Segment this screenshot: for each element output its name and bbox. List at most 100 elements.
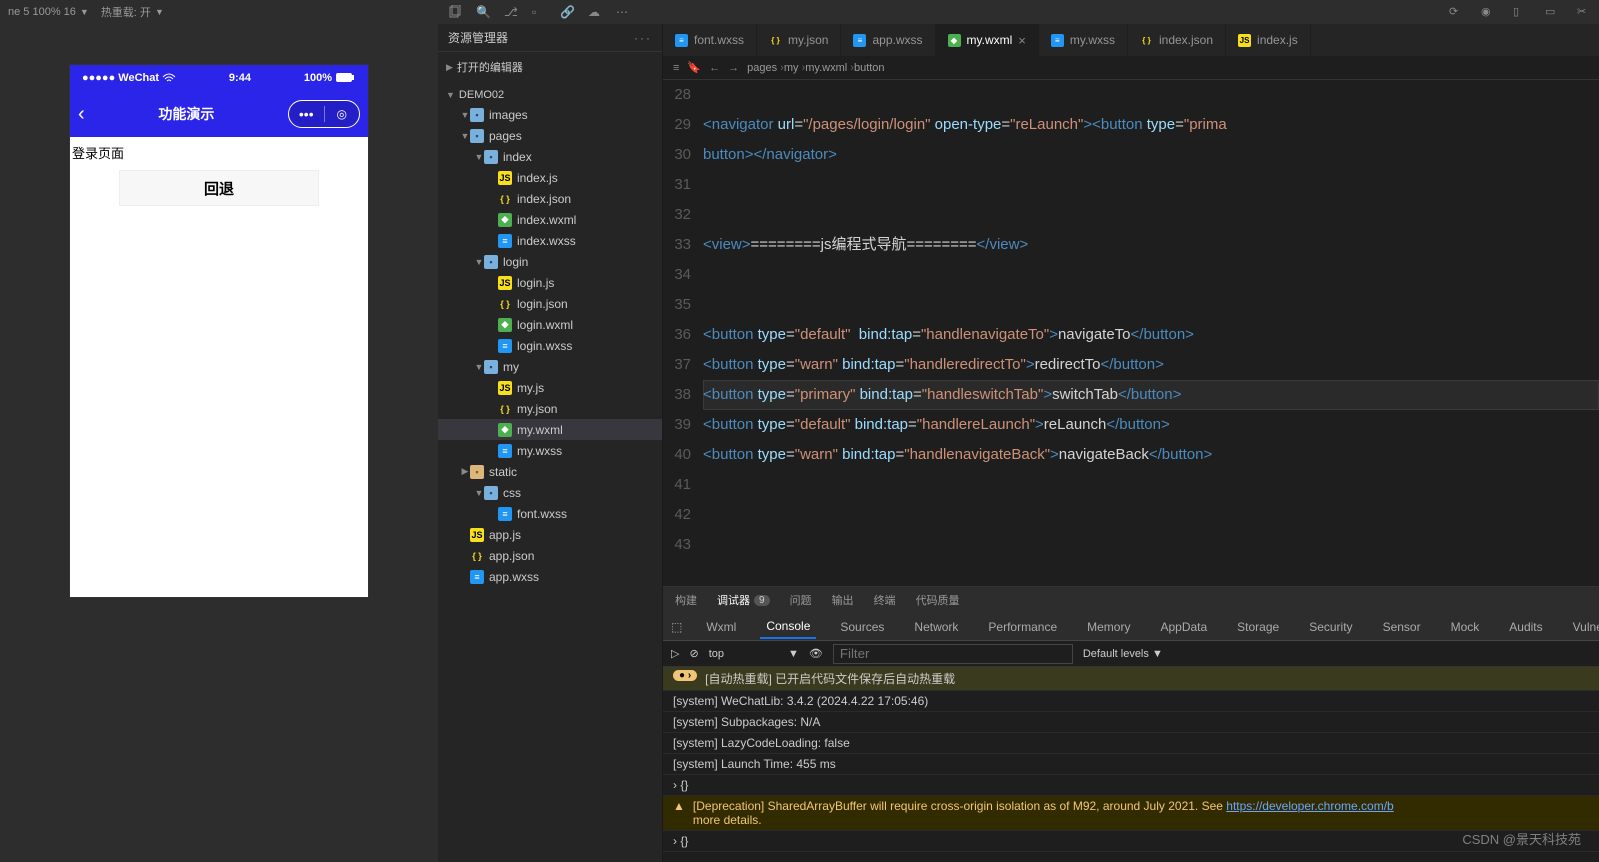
tree-item-index-json[interactable]: { }index.json <box>438 188 662 209</box>
panel-tab-终端[interactable]: 终端 <box>874 592 896 608</box>
close-mini-icon[interactable]: ◎ <box>325 107 360 121</box>
console-line: ● ›[自动热重载] 已开启代码文件保存后自动热重载 <box>663 667 1599 691</box>
devtools-tab-AppData[interactable]: AppData <box>1154 616 1213 638</box>
project-section[interactable]: ▼DEMO02 <box>438 86 662 104</box>
explorer-more-icon[interactable]: ··· <box>634 31 652 45</box>
device-dropdown[interactable]: ne 5 100% 16 ▼ <box>8 6 89 18</box>
phone-status-bar: ●●●●● WeChat 9:44 100% <box>70 65 368 91</box>
menu-dots-icon[interactable]: ••• <box>289 106 324 122</box>
tree-item-my-js[interactable]: JSmy.js <box>438 377 662 398</box>
open-editors-section[interactable]: ▶打开的编辑器 <box>438 56 662 78</box>
tree-item-font-wxss[interactable]: ≡font.wxss <box>438 503 662 524</box>
tree-item-images[interactable]: ▼▪images <box>438 104 662 125</box>
panel-tab-问题[interactable]: 问题 <box>790 592 812 608</box>
devtools-tab-Security[interactable]: Security <box>1303 616 1358 638</box>
console-toolbar: ▷ ⊘ top ▼ 👁 Default levels ▼ <box>663 641 1599 667</box>
tab-app-wxss[interactable]: ≡app.wxss <box>841 24 935 56</box>
tree-item-app-wxss[interactable]: ≡app.wxss <box>438 566 662 587</box>
tree-item-index-wxss[interactable]: ≡index.wxss <box>438 230 662 251</box>
console-line: ▲[Deprecation] SharedArrayBuffer will re… <box>663 796 1599 831</box>
tree-item-index[interactable]: ▼▪index <box>438 146 662 167</box>
tree-item-static[interactable]: ▶▪static <box>438 461 662 482</box>
wxss-icon: ≡ <box>498 444 512 458</box>
levels-dropdown[interactable]: Default levels ▼ <box>1083 648 1163 660</box>
eye-icon[interactable]: 👁 <box>809 647 823 660</box>
tree-item-app-js[interactable]: JSapp.js <box>438 524 662 545</box>
tree-item-my-json[interactable]: { }my.json <box>438 398 662 419</box>
devtools-tab-Network[interactable]: Network <box>908 616 964 638</box>
hot-reload-dropdown[interactable]: 热重载: 开 ▼ <box>101 4 164 20</box>
cloud-icon[interactable]: ☁ <box>588 5 602 19</box>
tree-item-app-json[interactable]: { }app.json <box>438 545 662 566</box>
cut-icon[interactable]: ✂ <box>1577 5 1591 19</box>
record-icon[interactable]: ◉ <box>1481 5 1495 19</box>
breadcrumb-part[interactable]: my <box>784 62 799 74</box>
tree-item-css[interactable]: ▼▪css <box>438 482 662 503</box>
tablet-icon[interactable]: ▭ <box>1545 5 1559 19</box>
tree-item-my-wxss[interactable]: ≡my.wxss <box>438 440 662 461</box>
devtools-tab-Mock[interactable]: Mock <box>1445 616 1486 638</box>
tab-my-wxss[interactable]: ≡my.wxss <box>1039 24 1128 56</box>
devtools-tab-Wxml[interactable]: Wxml <box>700 616 742 638</box>
close-icon[interactable]: × <box>1018 33 1026 48</box>
console-output[interactable]: ● ›[自动热重载] 已开启代码文件保存后自动热重载[system] WeCha… <box>663 667 1599 862</box>
list-icon[interactable]: ≡ <box>673 62 679 74</box>
devtools-tab-Sources[interactable]: Sources <box>834 616 890 638</box>
capsule-button[interactable]: ••• ◎ <box>288 100 360 128</box>
filter-input[interactable] <box>833 644 1073 664</box>
breadcrumb-part[interactable]: button <box>854 62 885 74</box>
tab-index-json[interactable]: { }index.json <box>1128 24 1226 56</box>
tree-item-login-js[interactable]: JSlogin.js <box>438 272 662 293</box>
breadcrumb-part[interactable]: my.wxml <box>805 62 847 74</box>
code-editor[interactable]: 28293031323334353637383940414243 <naviga… <box>663 80 1599 586</box>
panel-tab-输出[interactable]: 输出 <box>832 592 854 608</box>
nav-back-icon[interactable]: ← <box>709 62 720 74</box>
box-icon[interactable]: ▫ <box>532 5 546 19</box>
devtools-tab-Vulnerabi[interactable]: Vulnerabi <box>1567 616 1599 638</box>
bookmark-icon[interactable]: 🔖 <box>687 61 701 74</box>
clear-icon[interactable]: ⊘ <box>689 647 698 660</box>
tab-font-wxss[interactable]: ≡font.wxss <box>663 24 757 56</box>
nav-title: 功能演示 <box>85 104 288 124</box>
breadcrumb-part[interactable]: pages <box>747 62 777 74</box>
devtools-tab-Console[interactable]: Console <box>760 615 816 639</box>
tab-my-json[interactable]: { }my.json <box>757 24 841 56</box>
tree-item-login-wxml[interactable]: ◆login.wxml <box>438 314 662 335</box>
tab-my-wxml[interactable]: ◆my.wxml× <box>936 24 1039 56</box>
link-icon[interactable]: 🔗 <box>560 5 574 19</box>
copy-icon[interactable] <box>448 5 462 19</box>
tree-item-my[interactable]: ▼▪my <box>438 356 662 377</box>
back-button[interactable]: 回退 <box>119 170 319 206</box>
bottom-panel: 构建 调试器 9 问题 输出 终端 代码质量 ⬚ Wxml Console Sources Ne… <box>663 586 1599 862</box>
simulator-pane: ●●●●● WeChat 9:44 100% ‹ 功能演示 ••• ◎ 登录页面… <box>0 24 438 862</box>
more-icon[interactable]: ⋯ <box>616 5 630 19</box>
tree-item-index-js[interactable]: JSindex.js <box>438 167 662 188</box>
tree-item-my-wxml[interactable]: ◆my.wxml <box>438 419 662 440</box>
console-line: [system] WeChatLib: 3.4.2 (2024.4.22 17:… <box>663 691 1599 712</box>
tab-index-js[interactable]: JSindex.js <box>1226 24 1311 56</box>
tree-item-login-wxss[interactable]: ≡login.wxss <box>438 335 662 356</box>
devtools-tab-Storage[interactable]: Storage <box>1231 616 1285 638</box>
tree-item-login[interactable]: ▼▪login <box>438 251 662 272</box>
devtools-tab-Sensor[interactable]: Sensor <box>1377 616 1427 638</box>
back-icon[interactable]: ‹ <box>78 103 85 126</box>
search-icon[interactable]: 🔍 <box>476 5 490 19</box>
devtools-tab-Memory[interactable]: Memory <box>1081 616 1136 638</box>
tree-item-login-json[interactable]: { }login.json <box>438 293 662 314</box>
time-label: 9:44 <box>176 72 304 84</box>
panel-tab-代码质量[interactable]: 代码质量 <box>916 592 960 608</box>
branch-icon[interactable]: ⎇ <box>504 5 518 19</box>
context-dropdown[interactable]: top ▼ <box>709 648 799 660</box>
panel-tab-构建[interactable]: 构建 <box>675 592 697 608</box>
refresh-icon[interactable]: ⟳ <box>1449 5 1463 19</box>
inspect-icon[interactable]: ⬚ <box>671 620 682 634</box>
tree-item-index-wxml[interactable]: ◆index.wxml <box>438 209 662 230</box>
devtools-tab-Audits[interactable]: Audits <box>1503 616 1548 638</box>
play-icon[interactable]: ▷ <box>671 647 679 660</box>
panel-tab-调试器[interactable]: 调试器 9 <box>717 592 770 608</box>
tree-item-pages[interactable]: ▼▪pages <box>438 125 662 146</box>
phone-icon[interactable]: ▯ <box>1513 5 1527 19</box>
devtools-tab-Performance[interactable]: Performance <box>982 616 1063 638</box>
folder-icon: ▪ <box>470 465 484 479</box>
nav-fwd-icon[interactable]: → <box>728 62 739 74</box>
